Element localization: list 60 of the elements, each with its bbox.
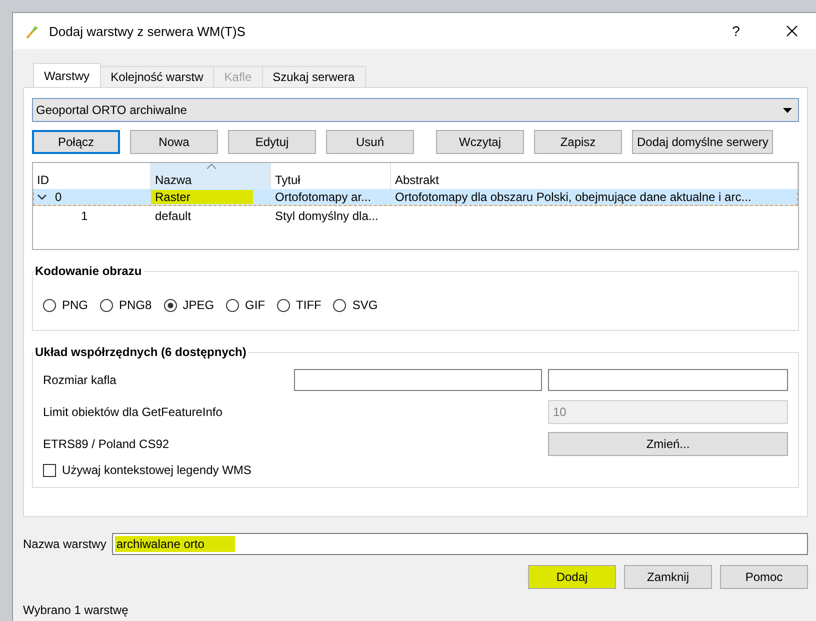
help-button[interactable]: ? [712,13,760,49]
server-button[interactable]: Edytuj [228,130,316,154]
table-cell: Raster [151,190,253,204]
tab[interactable]: Warstwy [33,63,101,87]
tile-height-field[interactable] [548,369,788,391]
table-cell-text: 0 [54,190,63,204]
table-cell-text: default [154,208,192,222]
radio-icon[interactable] [100,298,114,312]
server-button[interactable]: Nowa [130,130,218,154]
server-button[interactable]: Połącz [32,130,120,154]
server-dropdown[interactable]: Geoportal ORTO archiwalne [32,98,799,122]
field-label: Nazwa warstwy [23,537,106,551]
column-header[interactable]: ID [33,163,151,189]
field-label: Limit obiektów dla GetFeatureInfo [43,405,224,419]
radio-option[interactable]: PNG8 [100,298,152,312]
server-button[interactable]: Usuń [326,130,414,154]
table-cell-text: Ortofotomapy ar... [274,190,372,204]
radio-option[interactable]: PNG [43,298,88,312]
window-title: Dodaj warstwy z serwera WM(T)S [49,24,246,38]
layer-name-field[interactable]: archiwalane orto [112,533,808,555]
server-button[interactable]: Dodaj domyślne serwery [632,130,774,154]
tile-width-field[interactable] [294,369,542,391]
radio-icon[interactable] [226,298,240,312]
radio-label: PNG8 [119,298,152,312]
crs-name: ETRS89 / Poland CS92 [43,437,170,451]
group-title: Kodowanie obrazu [34,264,143,278]
radio-label: GIF [245,298,266,312]
close-icon [786,25,798,37]
dropdown-arrow-icon [783,108,792,112]
column-header[interactable]: Nazwa [151,163,271,189]
radio-option[interactable]: JPEG [164,298,214,312]
checkbox-label: Używaj kontekstowej legendy WMS [62,463,252,477]
radio-label: JPEG [182,298,214,312]
server-button[interactable]: Zapisz [534,130,622,154]
radio-icon[interactable] [277,298,290,312]
table-row[interactable]: 1 default Styl domyślny dla... [33,206,798,225]
group-title: Układ współrzędnych (6 dostępnych) [34,345,248,359]
radio-icon[interactable] [164,298,177,312]
radio-label: PNG [62,298,88,312]
radio-icon[interactable] [43,298,56,312]
dialog-button[interactable]: Zamknij [624,565,712,589]
dialog-button[interactable]: Pomoc [720,565,808,589]
field-label: Rozmiar kafla [43,373,118,387]
table-cell-text: Ortofotomapy dla obszaru Polski, obejmujące dane aktualne i arc... [394,190,752,204]
status-text: Wybrano 1 warstwę [23,603,130,617]
change-button[interactable]: Zmień... [548,432,788,456]
dialog-button[interactable]: Dodaj [528,565,616,589]
column-header[interactable]: Abstrakt [391,163,798,189]
radio-label: SVG [352,298,378,312]
radio-label: TIFF [296,298,322,312]
radio-option[interactable]: TIFF [277,298,322,312]
radio-icon[interactable] [333,298,346,312]
radio-option[interactable]: GIF [226,298,266,312]
tab[interactable]: Szukaj serwera [262,66,366,87]
table-cell-text: 1 [80,208,89,222]
checkbox[interactable] [43,464,56,476]
radio-option[interactable]: SVG [333,298,378,312]
column-header[interactable]: Tytuł [271,163,391,189]
table-cell-text: Styl domyślny dla... [274,208,380,222]
server-button[interactable]: Wczytaj [436,130,524,154]
